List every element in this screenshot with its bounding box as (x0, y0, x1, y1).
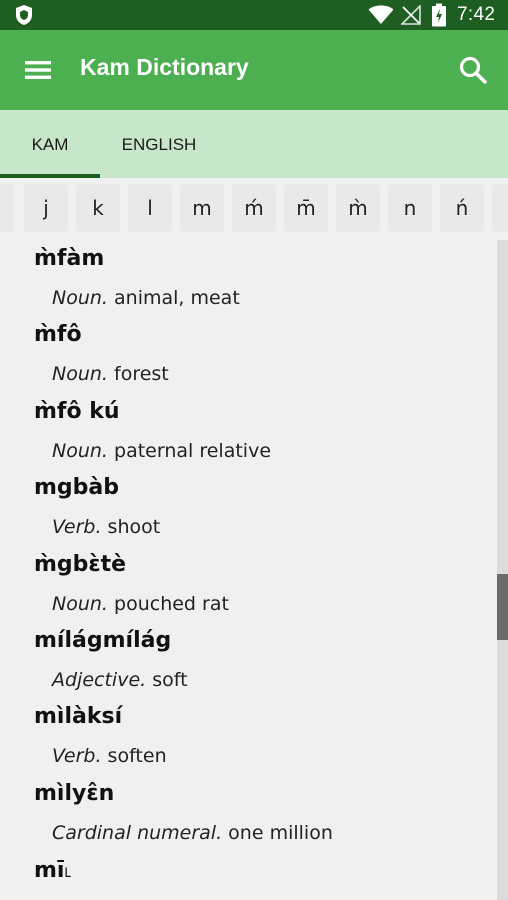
headword: mìlàksí (34, 704, 123, 729)
letter-chip-j[interactable]: j (24, 184, 68, 232)
fast-scroll-thumb[interactable] (497, 574, 508, 640)
no-signal-icon (401, 5, 421, 25)
word-entry[interactable]: m̀fô Noun. forest (0, 316, 497, 392)
headword: mílágmílág (34, 628, 172, 653)
letter-chip-m-grave[interactable]: m̀ (336, 184, 380, 232)
app-bar: Kam Dictionary (0, 30, 508, 110)
part-of-speech: Noun. (52, 287, 108, 309)
letter-chip-n-acute[interactable]: ń (440, 184, 484, 232)
word-list[interactable]: m̀fàm Noun. animal, meat m̀fô Noun. fore… (0, 240, 497, 900)
definition: Noun. animal, meat (52, 287, 240, 309)
letter-chip[interactable] (0, 184, 14, 232)
battery-charging-icon (432, 3, 446, 27)
letter-chip-m[interactable]: m (180, 184, 224, 232)
app-title: Kam Dictionary (80, 54, 249, 80)
definition: Verb. shoot (52, 516, 160, 538)
letter-chip-l[interactable]: l (128, 184, 172, 232)
part-of-speech: Cardinal numeral. (52, 822, 223, 844)
letter-chip-n[interactable]: n (388, 184, 432, 232)
headword: m̀fàm (34, 246, 105, 271)
headword: m̀gbɛ̀tè (34, 552, 127, 577)
meaning: paternal relative (114, 440, 272, 462)
meaning: one million (228, 822, 333, 844)
headword: mgbàb (34, 475, 120, 500)
letter-chip-k[interactable]: k (76, 184, 120, 232)
meaning: pouched rat (114, 593, 229, 615)
part-of-speech: Noun. (52, 593, 108, 615)
definition: Noun. paternal relative (52, 440, 271, 462)
meaning: soften (107, 745, 167, 767)
word-entry[interactable]: m̀fô kú Noun. paternal relative (0, 393, 497, 469)
word-entry[interactable]: m̀gbɛ̀tè Noun. pouched rat (0, 546, 497, 622)
word-entry[interactable]: mìlyɛ̂n Cardinal numeral. one million (0, 775, 497, 851)
word-entry[interactable]: mgbàb Verb. shoot (0, 469, 497, 545)
part-of-speech: Adjective. (52, 669, 147, 691)
shield-icon (16, 5, 32, 25)
meaning: forest (114, 363, 169, 385)
letter-index-bar[interactable]: j k l m ḿ m̄ m̀ n ń (0, 178, 508, 240)
letter-chip[interactable] (492, 184, 508, 232)
definition: Noun. pouched rat (52, 593, 229, 615)
clock-time: 7:42 (457, 4, 496, 25)
headword: m̀fô kú (34, 399, 120, 424)
definition: Verb. soften (52, 745, 167, 767)
tab-kam[interactable]: KAM (0, 110, 100, 178)
word-entry[interactable]: mī˪ (0, 851, 497, 900)
definition: Adjective. soft (52, 669, 188, 691)
definition: Noun. forest (52, 363, 169, 385)
meaning: soft (152, 669, 188, 691)
headword: m̀fô (34, 322, 82, 347)
definition: Cardinal numeral. one million (52, 822, 333, 844)
part-of-speech: Verb. (52, 745, 102, 767)
letter-chip-m-macron[interactable]: m̄ (284, 184, 328, 232)
headword: mìlyɛ̂n (34, 781, 115, 806)
search-icon[interactable] (456, 53, 490, 87)
fast-scroll-track[interactable] (497, 240, 508, 900)
language-tab-bar: KAM ENGLISH (0, 110, 508, 178)
word-entry[interactable]: mílágmílág Adjective. soft (0, 622, 497, 698)
part-of-speech: Noun. (52, 363, 108, 385)
headword: mī˪ (34, 858, 72, 883)
word-entry[interactable]: m̀fàm Noun. animal, meat (0, 240, 497, 316)
part-of-speech: Noun. (52, 440, 108, 462)
meaning: animal, meat (114, 287, 240, 309)
hamburger-menu-icon[interactable] (22, 55, 54, 85)
wifi-icon (368, 5, 394, 24)
status-bar: 7:42 (0, 0, 508, 30)
meaning: shoot (107, 516, 161, 538)
tab-english[interactable]: ENGLISH (100, 110, 218, 178)
word-entry[interactable]: mìlàksí Verb. soften (0, 698, 497, 774)
part-of-speech: Verb. (52, 516, 102, 538)
letter-chip-m-acute[interactable]: ḿ (232, 184, 276, 232)
